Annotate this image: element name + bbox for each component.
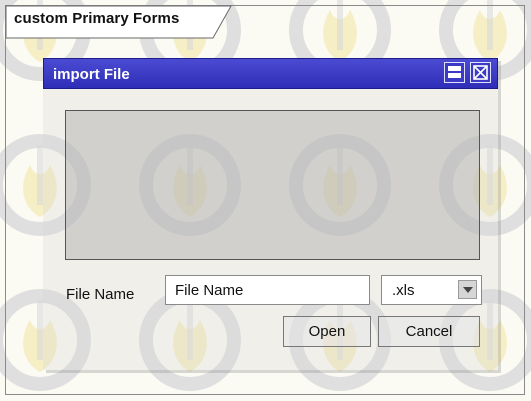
file-name-label: File Name	[66, 286, 135, 303]
close-icon	[473, 65, 488, 80]
cancel-button[interactable]: Cancel	[378, 316, 480, 347]
close-button[interactable]	[470, 62, 491, 83]
frame-tab-label: custom Primary Forms	[14, 10, 180, 27]
file-name-input[interactable]	[165, 275, 370, 305]
dialog-titlebar[interactable]: import File	[43, 58, 498, 89]
import-file-dialog: import File File Name .xls Open Cancel	[43, 58, 498, 370]
chevron-down-icon[interactable]	[458, 280, 477, 299]
open-button[interactable]: Open	[283, 316, 371, 347]
maximize-icon-lower	[448, 73, 461, 78]
maximize-icon	[448, 66, 461, 71]
extension-value: .xls	[392, 282, 415, 299]
maximize-button[interactable]	[444, 62, 465, 83]
extension-select[interactable]: .xls	[381, 275, 482, 305]
dialog-title: import File	[53, 66, 130, 83]
file-preview-area	[65, 110, 480, 260]
